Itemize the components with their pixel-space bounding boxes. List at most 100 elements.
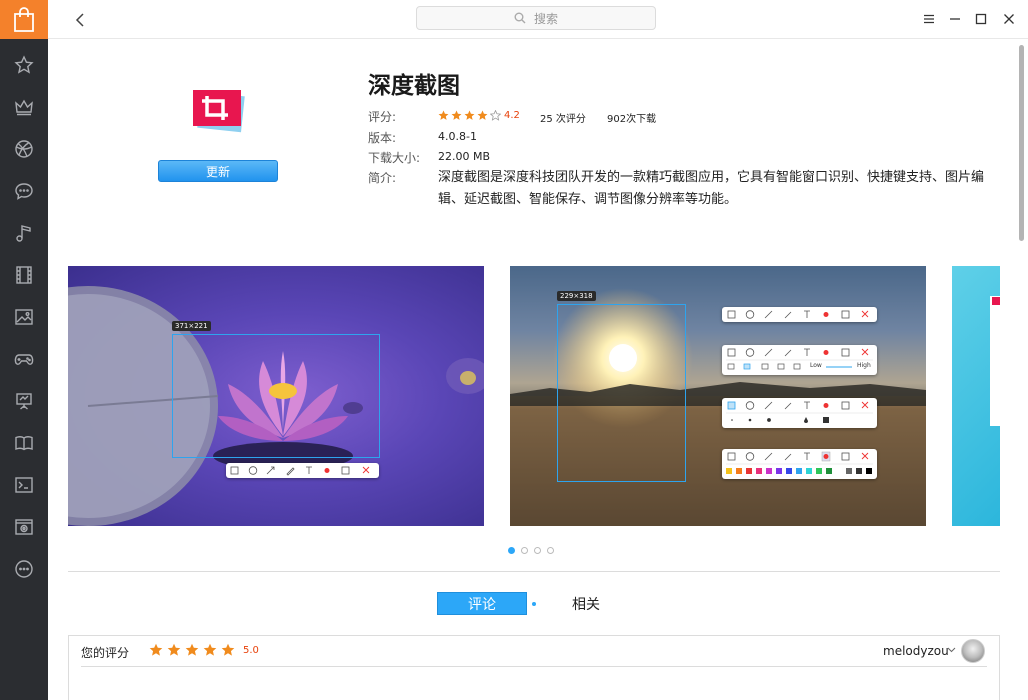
rating-stars: 4.2 [438, 110, 520, 121]
close-button[interactable] [1001, 11, 1017, 27]
selection-size: 229×318 [557, 291, 596, 301]
section-divider [68, 571, 1000, 572]
carousel-dot-3[interactable] [534, 547, 541, 554]
download-count: 902次下载 [607, 114, 657, 125]
sidebar-item-development[interactable] [0, 465, 48, 505]
color-palette [726, 451, 873, 474]
search-placeholder: 搜索 [533, 11, 558, 26]
screenshot-1[interactable]: 371×221 [68, 266, 484, 526]
presentation-icon [16, 393, 32, 410]
tab-indicator-dot [532, 602, 536, 606]
star-empty-icon [490, 110, 501, 121]
screenshot-toolbar [226, 463, 379, 478]
shopping-bag-icon[interactable] [0, 0, 48, 39]
sidebar-item-system[interactable] [0, 507, 48, 547]
minimize-icon [950, 18, 960, 20]
app-description: 深度截图是深度科技团队开发的一款精巧截图应用，它具有智能窗口识别、快捷键支持、图… [438, 170, 985, 207]
system-icon [15, 519, 33, 535]
star-full-icon [438, 110, 449, 120]
star-full-icon [464, 110, 475, 120]
close-icon [1004, 14, 1014, 24]
selection-size: 371×221 [172, 321, 211, 331]
carousel-dot-2[interactable] [521, 547, 528, 554]
my-rating-stars[interactable]: 5.0 [149, 643, 259, 657]
star-icon [14, 55, 34, 74]
toolbar-icons [230, 466, 370, 476]
sidebar [0, 0, 48, 700]
minimize-button[interactable] [947, 11, 963, 27]
size-label: 下载大小: [368, 151, 421, 165]
terminal-icon [15, 477, 33, 493]
sidebar-item-reading[interactable] [0, 423, 48, 463]
star-full-icon[interactable] [221, 643, 235, 657]
rating-value: 4.2 [504, 110, 520, 121]
sidebar-item-office[interactable] [0, 381, 48, 421]
screenshot-2[interactable]: 229×318 Low High [510, 266, 926, 526]
sidebar-item-recommended[interactable] [0, 45, 48, 85]
sidebar-item-ranking[interactable] [0, 87, 48, 127]
screenshot-3-window [990, 296, 1000, 426]
star-full-icon [451, 110, 462, 120]
intro-label: 简介: [368, 171, 397, 185]
toolbar-icons [726, 348, 873, 370]
sidebar-item-internet[interactable] [0, 129, 48, 169]
more-icon [15, 560, 33, 578]
size-value: 22.00 MB [438, 150, 491, 163]
search-icon [514, 12, 526, 24]
search-input[interactable]: 搜索 [416, 6, 656, 30]
carousel-dot-4[interactable] [547, 547, 554, 554]
my-rating-score: 5.0 [243, 644, 259, 656]
update-button[interactable]: 更新 [158, 160, 278, 182]
sidebar-item-video[interactable] [0, 255, 48, 295]
image-icon [15, 309, 33, 325]
gamepad-icon [14, 354, 34, 365]
selection-box [557, 304, 686, 482]
version-value: 4.0.8-1 [438, 130, 477, 143]
rating-count: 25 次评分 [540, 114, 586, 125]
username[interactable]: melodyzou [883, 644, 949, 658]
screenshot-3[interactable] [952, 266, 1000, 526]
tab-review[interactable]: 评论 [437, 592, 527, 615]
toolbar-variant-1 [722, 307, 877, 322]
sidebar-item-graphics[interactable] [0, 297, 48, 337]
music-icon [16, 225, 31, 242]
screenshot-3-app-icon [992, 297, 1000, 305]
version-label: 版本: [368, 131, 397, 145]
chevron-down-icon[interactable] [947, 647, 956, 653]
sidebar-item-others[interactable] [0, 549, 48, 589]
quality-low-label: Low [810, 362, 822, 369]
star-full-icon[interactable] [149, 643, 163, 657]
quality-high-label: High [857, 362, 871, 369]
avatar[interactable] [961, 639, 985, 663]
chevron-left-icon [75, 13, 84, 27]
maximize-icon [975, 13, 987, 25]
carousel-dot-1[interactable] [508, 547, 515, 554]
star-full-icon[interactable] [185, 643, 199, 657]
crown-icon [15, 99, 33, 116]
film-icon [16, 266, 32, 284]
globe-icon [15, 140, 33, 158]
my-rating-panel: 您的评分 5.0 melodyzou [68, 635, 1000, 700]
toolbar-icons [726, 401, 873, 423]
menu-button[interactable] [921, 11, 937, 27]
chat-icon [15, 183, 33, 200]
sidebar-item-music[interactable] [0, 213, 48, 253]
app-title: 深度截图 [368, 73, 460, 99]
sidebar-item-games[interactable] [0, 339, 48, 379]
panel-divider [81, 666, 987, 667]
rating-label: 评分: [368, 110, 397, 124]
toolbar-icons [727, 310, 869, 319]
selection-box [172, 334, 380, 458]
star-full-icon[interactable] [203, 643, 217, 657]
star-full-icon [477, 110, 488, 120]
back-button[interactable] [70, 10, 90, 30]
sidebar-item-chat[interactable] [0, 171, 48, 211]
menu-icon [924, 14, 934, 24]
app-icon [190, 86, 246, 134]
maximize-button[interactable] [973, 11, 989, 27]
tab-related[interactable]: 相关 [572, 594, 600, 614]
star-full-icon[interactable] [167, 643, 181, 657]
my-rating-label: 您的评分 [81, 646, 130, 660]
scrollbar-thumb[interactable] [1019, 45, 1024, 241]
carousel-indicator [508, 547, 560, 554]
